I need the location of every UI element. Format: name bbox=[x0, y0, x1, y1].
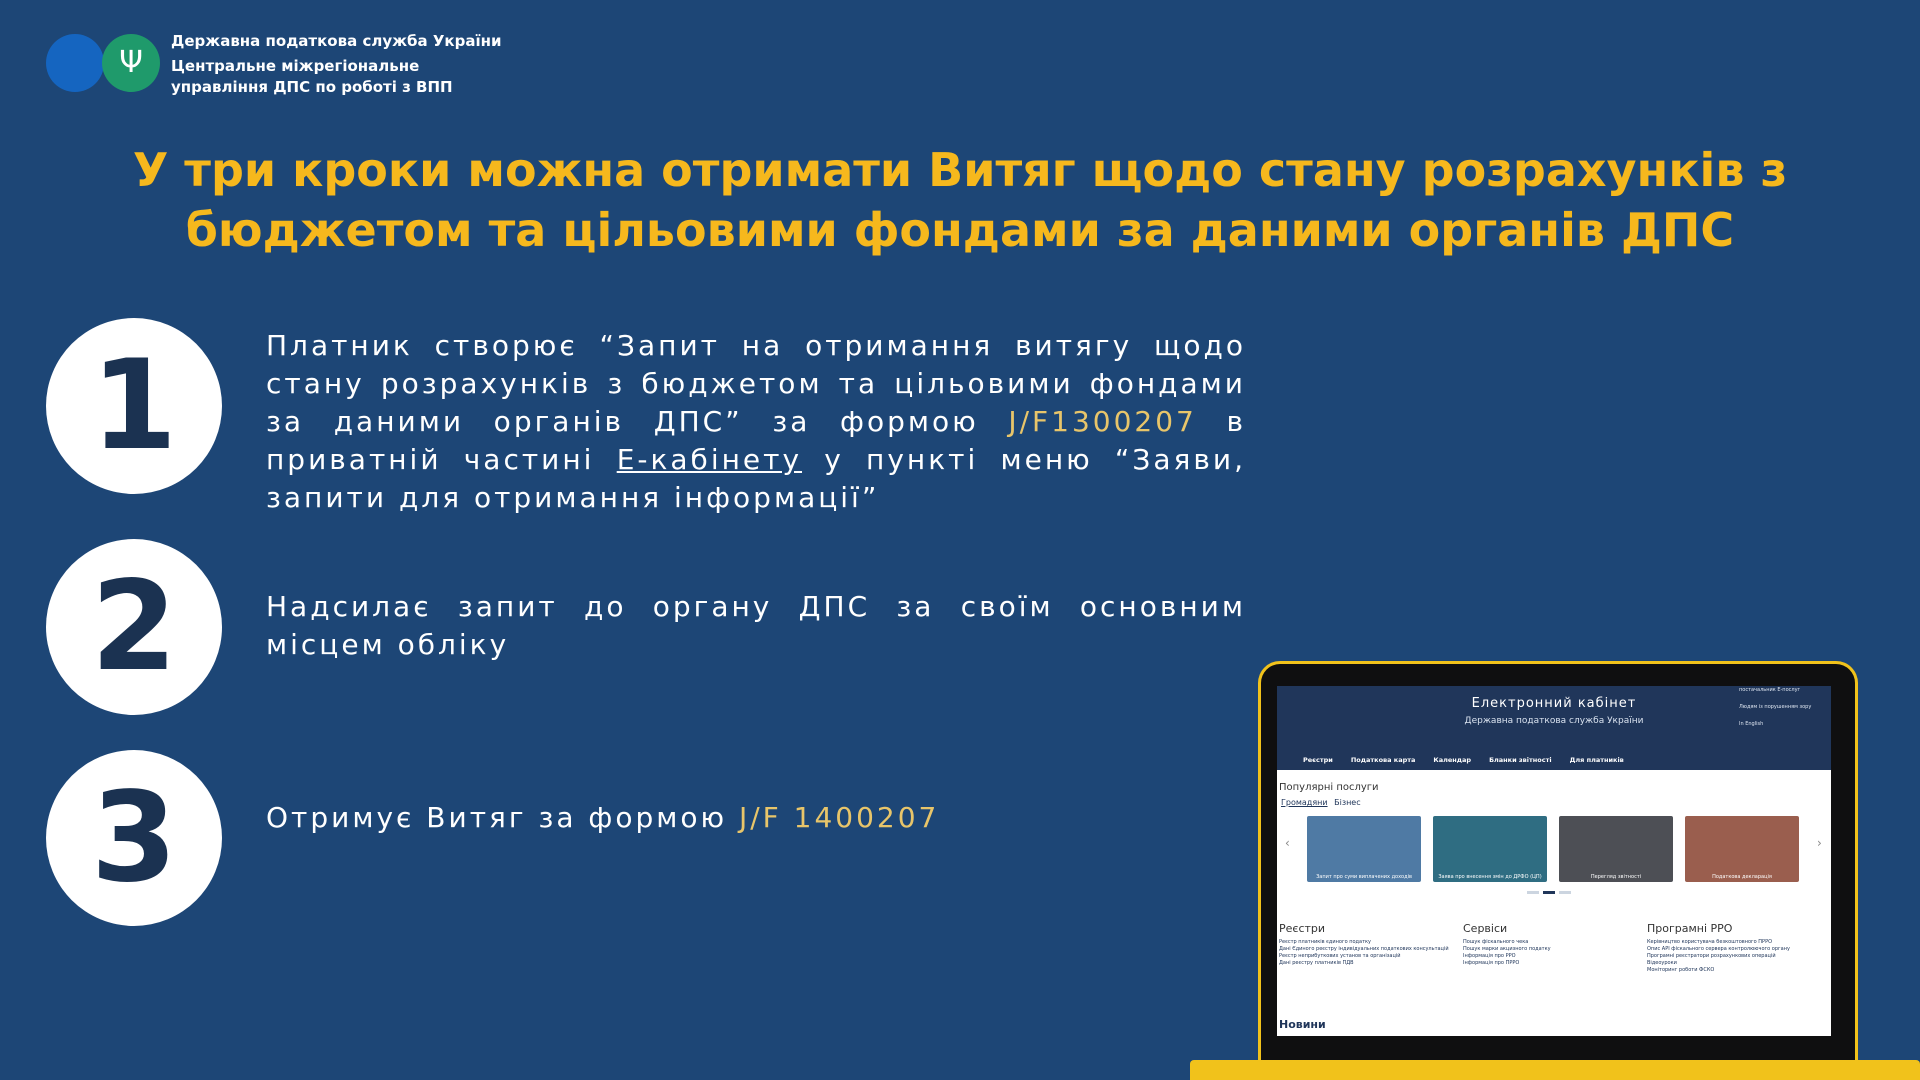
column-link[interactable]: Моніторинг роботи ФСКО bbox=[1647, 967, 1831, 974]
page-title-line-1: У три кроки можна отримати Витяг щодо ст… bbox=[132, 143, 1788, 197]
step-3-form-code: J/F 1400207 bbox=[738, 801, 940, 834]
column-title: Програмні РРО bbox=[1647, 922, 1733, 935]
column-link[interactable]: Відеоуроки bbox=[1647, 960, 1831, 967]
service-card-caption: Заява про внесення змін до ДРФО (ЦП) bbox=[1438, 874, 1542, 880]
nav-registries[interactable]: Реєстри bbox=[1303, 756, 1333, 764]
popular-services-heading: Популярні послуги bbox=[1279, 782, 1379, 793]
column-registries: Реєстри Реєстр платників єдиного податку… bbox=[1279, 922, 1463, 974]
column-link[interactable]: Програмні реєстратори розрахункових опер… bbox=[1647, 953, 1831, 960]
page-title: У три кроки можна отримати Витяг щодо ст… bbox=[120, 140, 1800, 260]
carousel-dots bbox=[1527, 891, 1571, 894]
header-side-links: постачальник Е-послуг Людям із порушення… bbox=[1739, 686, 1811, 737]
service-cards: Запит про суми виплачених доходів Заява … bbox=[1307, 816, 1799, 882]
step-3-text-a: Отримує Витяг за формою bbox=[266, 801, 739, 834]
step-1-number: 1 bbox=[46, 318, 222, 494]
side-link-accessibility[interactable]: Людям із порушенням зору bbox=[1739, 703, 1811, 711]
e-cabinet-nav: Реєстри Податкова карта Календар Бланки … bbox=[1303, 756, 1624, 764]
step-1-form-code: J/F1300207 bbox=[1008, 405, 1197, 438]
column-link[interactable]: Інформація про РРО bbox=[1463, 953, 1647, 960]
link-columns: Реєстри Реєстр платників єдиного податку… bbox=[1279, 922, 1831, 974]
carousel-dot[interactable] bbox=[1559, 891, 1571, 894]
carousel-dot[interactable] bbox=[1527, 891, 1539, 894]
step-3-text: Отримує Витяг за формою J/F 1400207 bbox=[266, 799, 1246, 837]
service-card[interactable]: Запит про суми виплачених доходів bbox=[1307, 816, 1421, 882]
service-card-caption: Податкова декларація bbox=[1712, 874, 1772, 880]
org-line-3: управління ДПС по роботі з ВПП bbox=[171, 78, 453, 96]
tab-business[interactable]: Бізнес bbox=[1334, 798, 1361, 807]
nav-for-payers[interactable]: Для платників bbox=[1570, 756, 1624, 764]
page-title-line-2: бюджетом та цільовими фондами за даними … bbox=[185, 203, 1735, 257]
column-link[interactable]: Пошук марки акцизного податку bbox=[1463, 946, 1647, 953]
service-card[interactable]: Заява про внесення змін до ДРФО (ЦП) bbox=[1433, 816, 1547, 882]
org-line-2: Центральне міжрегіональне bbox=[171, 57, 420, 75]
step-2-number: 2 bbox=[46, 539, 222, 715]
step-1-text: Платник створює “Запит на отримання витя… bbox=[266, 327, 1246, 517]
nav-tax-map[interactable]: Податкова карта bbox=[1351, 756, 1416, 764]
column-link[interactable]: Інформація про ПРРО bbox=[1463, 960, 1647, 967]
column-link[interactable]: Пошук фіскального чека bbox=[1463, 939, 1647, 946]
step-2-text: Надсилає запит до органу ДПС за своїм ос… bbox=[266, 590, 1246, 661]
e-cabinet-header: Електронний кабінет Державна податкова с… bbox=[1277, 686, 1831, 770]
column-software-rro: Програмні РРО Керівництво користувача бе… bbox=[1647, 922, 1831, 974]
column-link[interactable]: Опис API фіскального сервера контролюючо… bbox=[1647, 946, 1831, 953]
tab-citizens[interactable]: Громадяни bbox=[1281, 798, 1328, 807]
column-link[interactable]: Дані Єдиного реєстру індивідуальних пода… bbox=[1279, 946, 1463, 953]
nav-calendar[interactable]: Календар bbox=[1433, 756, 1471, 764]
trident-icon: Ψ bbox=[102, 34, 160, 92]
step-3-number: 3 bbox=[46, 750, 222, 926]
laptop-mockup: Електронний кабінет Державна податкова с… bbox=[1258, 661, 1858, 1070]
chevron-left-icon[interactable]: ‹ bbox=[1285, 836, 1290, 850]
carousel-dot-active[interactable] bbox=[1543, 891, 1555, 894]
column-title: Сервіси bbox=[1463, 922, 1508, 935]
column-title: Реєстри bbox=[1279, 922, 1326, 935]
column-link[interactable]: Реєстр платників єдиного податку bbox=[1279, 939, 1463, 946]
service-card-caption: Перегляд звітності bbox=[1590, 874, 1642, 880]
nav-report-forms[interactable]: Бланки звітності bbox=[1489, 756, 1552, 764]
side-link-provider[interactable]: постачальник Е-послуг bbox=[1739, 686, 1811, 694]
logo-blue-circle bbox=[46, 34, 104, 92]
services-tabs: Громадяни Бізнес bbox=[1281, 798, 1361, 807]
service-card[interactable]: Перегляд звітності bbox=[1559, 816, 1673, 882]
news-heading: Новини bbox=[1279, 1018, 1326, 1031]
logo: Ψ bbox=[46, 34, 160, 92]
column-services: Сервіси Пошук фіскального чека Пошук мар… bbox=[1463, 922, 1647, 974]
laptop-screen: Електронний кабінет Державна податкова с… bbox=[1277, 686, 1831, 1036]
column-link[interactable]: Дані реєстру платників ПДВ bbox=[1279, 960, 1463, 967]
chevron-right-icon[interactable]: › bbox=[1817, 836, 1822, 850]
laptop-base bbox=[1190, 1060, 1920, 1080]
side-link-english[interactable]: In English bbox=[1739, 720, 1811, 728]
e-cabinet-link[interactable]: Е-кабінету bbox=[617, 443, 802, 476]
org-line-1: Державна податкова служба України bbox=[171, 32, 502, 50]
column-link[interactable]: Керівництво користувача безкоштовного ПР… bbox=[1647, 939, 1831, 946]
service-card-caption: Запит про суми виплачених доходів bbox=[1316, 874, 1412, 880]
service-card[interactable]: Податкова декларація bbox=[1685, 816, 1799, 882]
column-link[interactable]: Реєстр неприбуткових установ та організа… bbox=[1279, 953, 1463, 960]
org-name: Державна податкова служба України Центра… bbox=[171, 32, 501, 99]
